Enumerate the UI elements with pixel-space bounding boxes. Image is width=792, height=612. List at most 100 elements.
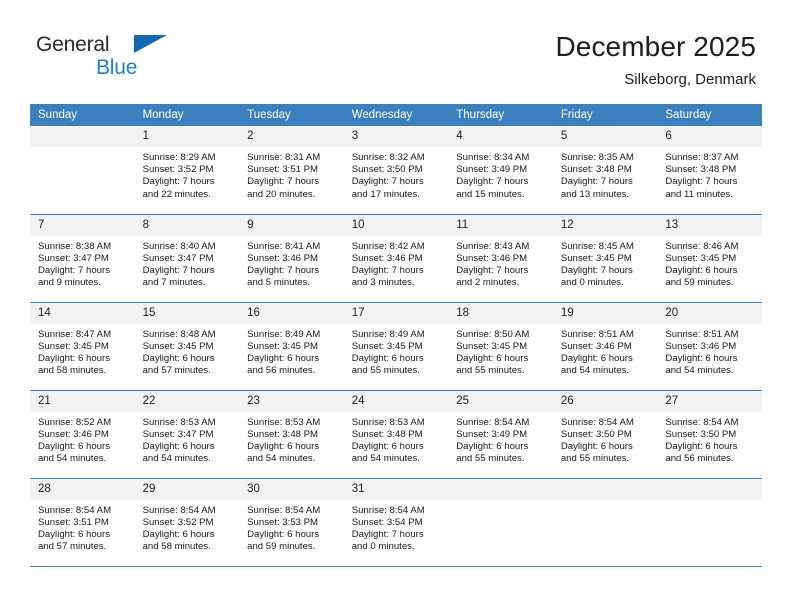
- calendar-day-cell[interactable]: 5 Sunrise: 8:35 AM Sunset: 3:48 PM Daylight…: [552, 126, 658, 214]
- calendar-day-cell[interactable]: 26 Sunrise: 8:54 AM Sunset: 3:50 PM Dayligh…: [552, 389, 658, 478]
- day-info: Sunrise: 8:49 AM Sunset: 3:45 PM Daylight:…: [344, 324, 449, 378]
- day-info-sunrise: Sunrise: 8:38 AM: [38, 240, 112, 252]
- calendar-day-cell[interactable]: 8 Sunrise: 8:40 AM Sunset: 3:47 PM Daylight…: [134, 213, 240, 302]
- day-info-daylight1: Daylight: 6 hours: [142, 440, 215, 452]
- day-info-sunset: Sunset: 3:51 PM: [38, 516, 109, 528]
- day-info: Sunrise: 8:46 AM Sunset: 3:45 PM Daylight:…: [657, 236, 762, 290]
- calendar-day-cell[interactable]: 20 Sunrise: 8:51 AM Sunset: 3:46 PM Dayligh…: [657, 301, 762, 390]
- day-info: Sunrise: 8:35 AM Sunset: 3:48 PM Daylight:…: [553, 147, 658, 201]
- day-info-daylight2: and 54 minutes.: [351, 453, 420, 465]
- day-number: 1: [134, 126, 240, 147]
- calendar-day-cell[interactable]: 3 Sunrise: 8:32 AM Sunset: 3:50 PM Daylight…: [343, 126, 449, 214]
- calendar-day-cell[interactable]: 17 Sunrise: 8:49 AM Sunset: 3:45 PM Dayligh…: [343, 301, 449, 390]
- day-info: Sunrise: 8:32 AM Sunset: 3:50 PM Daylight:…: [344, 147, 449, 201]
- day-info-sunset: Sunset: 3:49 PM: [456, 428, 528, 440]
- day-number: 11: [448, 214, 553, 236]
- day-info-daylight2: and 58 minutes.: [38, 365, 107, 377]
- day-info-sunrise: Sunrise: 8:45 AM: [560, 240, 634, 252]
- day-info-sunset: Sunset: 3:48 PM: [351, 428, 423, 440]
- day-info-sunrise: Sunrise: 8:46 AM: [665, 240, 739, 252]
- calendar-day-cell[interactable]: 2 Sunrise: 8:31 AM Sunset: 3:51 PM Daylight…: [239, 126, 344, 214]
- day-info-sunset: Sunset: 3:53 PM: [247, 516, 319, 528]
- day-info: Sunrise: 8:47 AM Sunset: 3:45 PM Daylight:…: [30, 324, 135, 378]
- day-info-sunset: Sunset: 3:46 PM: [456, 252, 528, 264]
- calendar-day-cell[interactable]: 6 Sunrise: 8:37 AM Sunset: 3:48 PM Daylight…: [657, 126, 762, 214]
- day-info-sunset: Sunset: 3:47 PM: [142, 252, 214, 264]
- day-info-sunrise: Sunrise: 8:43 AM: [456, 240, 530, 252]
- day-info-sunrise: Sunrise: 8:54 AM: [456, 416, 530, 428]
- day-info-daylight2: and 17 minutes.: [351, 188, 420, 200]
- day-info-daylight2: and 0 minutes.: [351, 541, 415, 553]
- day-info-sunrise: Sunrise: 8:49 AM: [247, 328, 321, 340]
- day-info: Sunrise: 8:54 AM Sunset: 3:53 PM Daylight:…: [239, 500, 344, 554]
- calendar-day-cell[interactable]: 19 Sunrise: 8:51 AM Sunset: 3:46 PM Dayligh…: [552, 301, 658, 390]
- calendar-day-cell[interactable]: 16 Sunrise: 8:49 AM Sunset: 3:45 PM Dayligh…: [239, 301, 344, 390]
- day-info: Sunrise: 8:54 AM Sunset: 3:51 PM Daylight:…: [30, 500, 135, 554]
- calendar-day-cell[interactable]: 7 Sunrise: 8:38 AM Sunset: 3:47 PM Daylight…: [30, 213, 135, 302]
- calendar-day-cell[interactable]: 21 Sunrise: 8:52 AM Sunset: 3:46 PM Dayligh…: [30, 389, 135, 478]
- day-info-sunset: Sunset: 3:50 PM: [665, 428, 737, 440]
- day-info-daylight2: and 54 minutes.: [38, 453, 107, 465]
- day-info-sunrise: Sunrise: 8:53 AM: [247, 416, 321, 428]
- day-info-daylight1: Daylight: 7 hours: [38, 264, 110, 276]
- day-info-daylight1: Daylight: 6 hours: [456, 352, 529, 364]
- calendar-day-cell[interactable]: 12 Sunrise: 8:45 AM Sunset: 3:45 PM Dayligh…: [552, 213, 658, 302]
- day-info-daylight2: and 22 minutes.: [142, 188, 211, 200]
- day-info-daylight1: Daylight: 6 hours: [38, 440, 110, 452]
- calendar-day-cell[interactable]: 25 Sunrise: 8:54 AM Sunset: 3:49 PM Dayligh…: [448, 389, 553, 478]
- calendar-day-cell[interactable]: 27 Sunrise: 8:54 AM Sunset: 3:50 PM Dayligh…: [657, 389, 762, 478]
- calendar-day-cell[interactable]: 10 Sunrise: 8:42 AM Sunset: 3:46 PM Dayligh…: [343, 213, 449, 302]
- calendar-day-cell[interactable]: 14 Sunrise: 8:47 AM Sunset: 3:45 PM Dayligh…: [30, 301, 135, 390]
- day-info-daylight1: Daylight: 7 hours: [560, 264, 633, 276]
- calendar-cell-empty: [657, 477, 762, 566]
- day-info: Sunrise: 8:40 AM Sunset: 3:47 PM Daylight:…: [135, 236, 240, 290]
- page-header: General Blue December 2025 Silkeborg, De…: [0, 0, 792, 104]
- calendar-day-cell[interactable]: 24 Sunrise: 8:53 AM Sunset: 3:48 PM Dayligh…: [343, 389, 449, 478]
- calendar-day-cell[interactable]: 13 Sunrise: 8:46 AM Sunset: 3:45 PM Dayligh…: [657, 213, 762, 302]
- day-info-daylight2: and 15 minutes.: [456, 188, 525, 200]
- calendar-day-cell[interactable]: 18 Sunrise: 8:50 AM Sunset: 3:45 PM Dayligh…: [448, 301, 553, 390]
- day-info-sunrise: Sunrise: 8:53 AM: [142, 416, 216, 428]
- calendar-day-cell[interactable]: 9 Sunrise: 8:41 AM Sunset: 3:46 PM Daylight…: [239, 213, 344, 302]
- day-info-sunrise: Sunrise: 8:41 AM: [247, 240, 321, 252]
- day-info-sunset: Sunset: 3:46 PM: [560, 340, 632, 352]
- calendar-day-cell[interactable]: 15 Sunrise: 8:48 AM Sunset: 3:45 PM Dayligh…: [134, 301, 240, 390]
- day-info-sunrise: Sunrise: 8:54 AM: [38, 504, 112, 516]
- day-info-sunrise: Sunrise: 8:54 AM: [142, 504, 216, 516]
- day-number: 7: [30, 214, 135, 236]
- day-info-sunset: Sunset: 3:45 PM: [665, 252, 737, 264]
- day-info: Sunrise: 8:41 AM Sunset: 3:46 PM Daylight:…: [239, 236, 344, 290]
- day-info-sunrise: Sunrise: 8:51 AM: [560, 328, 634, 340]
- day-info-sunset: Sunset: 3:46 PM: [38, 428, 109, 440]
- day-info-sunset: Sunset: 3:51 PM: [247, 164, 319, 176]
- day-info-daylight1: Daylight: 6 hours: [38, 352, 110, 364]
- day-info-daylight2: and 20 minutes.: [247, 188, 316, 200]
- day-number: 20: [657, 302, 762, 324]
- calendar-day-cell[interactable]: 28 Sunrise: 8:54 AM Sunset: 3:51 PM Dayligh…: [30, 477, 135, 566]
- day-info-daylight2: and 54 minutes.: [247, 453, 316, 465]
- day-number: 17: [343, 302, 449, 324]
- day-info: Sunrise: 8:31 AM Sunset: 3:51 PM Daylight:…: [239, 147, 344, 201]
- day-info-sunset: Sunset: 3:48 PM: [560, 164, 632, 176]
- day-info-daylight1: Daylight: 7 hours: [142, 176, 215, 188]
- brand-logo: General Blue: [36, 28, 176, 82]
- page-title: December 2025: [555, 31, 756, 62]
- calendar-cell-empty: [448, 477, 553, 566]
- day-info: Sunrise: 8:37 AM Sunset: 3:48 PM Daylight:…: [657, 147, 762, 201]
- calendar-day-cell[interactable]: 29 Sunrise: 8:54 AM Sunset: 3:52 PM Dayligh…: [134, 477, 240, 566]
- calendar-week-row: 14 Sunrise: 8:47 AM Sunset: 3:45 PM Dayligh…: [30, 301, 762, 390]
- calendar-day-cell[interactable]: 30 Sunrise: 8:54 AM Sunset: 3:53 PM Dayligh…: [239, 477, 344, 566]
- calendar-day-cell[interactable]: 1 Sunrise: 8:29 AM Sunset: 3:52 PM Daylight…: [134, 126, 240, 214]
- calendar-day-cell[interactable]: 4 Sunrise: 8:34 AM Sunset: 3:49 PM Daylight…: [448, 126, 553, 214]
- weekday-header-thursday: Thursday: [448, 104, 553, 126]
- calendar-day-cell[interactable]: 22 Sunrise: 8:53 AM Sunset: 3:47 PM Dayligh…: [134, 389, 240, 478]
- calendar-day-cell[interactable]: 23 Sunrise: 8:53 AM Sunset: 3:48 PM Dayligh…: [239, 389, 344, 478]
- calendar-day-cell[interactable]: 31 Sunrise: 8:54 AM Sunset: 3:54 PM Dayligh…: [343, 477, 449, 566]
- calendar-cell-empty: [552, 477, 658, 566]
- day-info-sunrise: Sunrise: 8:54 AM: [351, 504, 425, 516]
- day-info-sunset: Sunset: 3:54 PM: [351, 516, 423, 528]
- calendar-page: General Blue December 2025 Silkeborg, De…: [0, 0, 792, 612]
- calendar-day-cell[interactable]: 11 Sunrise: 8:43 AM Sunset: 3:46 PM Dayligh…: [448, 213, 553, 302]
- day-number: 2: [239, 126, 344, 147]
- day-info: Sunrise: 8:50 AM Sunset: 3:45 PM Daylight:…: [448, 324, 553, 378]
